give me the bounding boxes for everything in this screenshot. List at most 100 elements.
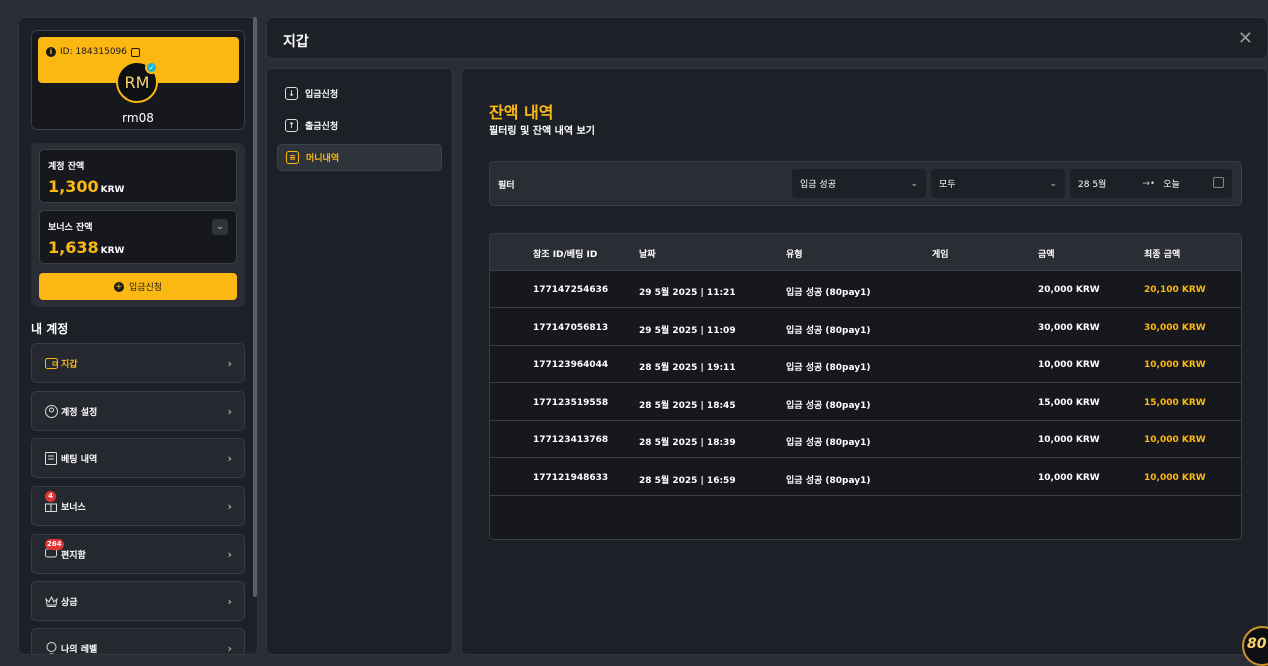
withdraw-icon: ↑ <box>285 119 298 132</box>
column-header: 최종 금액 <box>1144 250 1181 260</box>
verified-icon: ✓ <box>145 61 158 74</box>
message-icon: 264 <box>44 539 64 561</box>
receipt-icon <box>44 451 58 465</box>
sidebar: i ID: 184315096 RM ✓ rm08 계정 잔액 1,300 KRW… <box>18 17 258 655</box>
wallet-header: 지갑 ✕ <box>266 17 1268 59</box>
menu-item-inbox[interactable]: 264 편지함 › <box>31 534 245 574</box>
balance-section: 계정 잔액 1,300 KRW 보너스 잔액 1,638 KRW ⌄ + 입금신청 <box>31 143 245 307</box>
table-cell: 10,000 KRW <box>1038 360 1100 370</box>
table-cell: 10,000 KRW <box>1144 360 1206 370</box>
table-cell: 177147254636 <box>533 285 609 295</box>
account-balance-value: 1,300 KRW <box>48 177 125 196</box>
table-cell: 177123964044 <box>533 360 609 370</box>
username: rm08 <box>122 111 154 125</box>
nav-item-withdraw[interactable]: ↑ 출금신청 <box>277 112 442 139</box>
account-balance-label: 계정 잔액 <box>48 162 85 172</box>
status-select[interactable]: 입금 성공 ⌄ <box>792 169 926 198</box>
wallet-icon <box>44 356 58 370</box>
gift-icon: 4 <box>44 491 58 513</box>
close-icon[interactable]: ✕ <box>1238 28 1253 49</box>
table-cell: 177123519558 <box>533 397 609 408</box>
table-cell: 177121948633 <box>533 472 609 483</box>
copy-icon[interactable] <box>131 47 141 57</box>
bonus-balance-label: 보너스 잔액 <box>48 223 93 233</box>
menu-item-bet-history[interactable]: 베팅 내역 › <box>31 438 245 478</box>
user-settings-icon <box>44 404 58 418</box>
avatar-initials: RM <box>124 72 150 92</box>
chevron-down-icon: ⌄ <box>1049 178 1057 189</box>
table-cell: 10,000 KRW <box>1144 435 1206 445</box>
deposit-button[interactable]: + 입금신청 <box>39 273 237 300</box>
nav-item-money-history[interactable]: ≡ 머니내역 <box>277 144 442 171</box>
page-title: 지갑 <box>283 34 309 50</box>
filter-label: 필터 <box>498 181 515 191</box>
table-cell: 입금 성공 (80pay1) <box>786 438 871 448</box>
bonus-badge: 4 <box>45 491 56 502</box>
menu-item-account-settings[interactable]: 계정 설정 › <box>31 391 245 431</box>
column-header: 게임 <box>932 250 949 260</box>
sidebar-scrollbar[interactable] <box>253 17 257 597</box>
user-id: ID: 184315096 <box>60 47 128 57</box>
avatar: RM ✓ <box>116 61 158 103</box>
chevron-right-icon: › <box>227 547 232 561</box>
plus-icon: + <box>113 281 124 292</box>
level-icon <box>44 641 58 654</box>
column-header: 날짜 <box>639 250 656 260</box>
my-account-title: 내 계정 <box>31 322 69 336</box>
table-row: 177123519558 28 5월 2025 | 18:45 입금 성공 (80p… <box>490 384 1241 421</box>
table-cell: 15,000 KRW <box>1038 397 1100 408</box>
info-icon: i <box>46 47 56 57</box>
table-cell: 30,000 KRW <box>1144 322 1206 333</box>
type-select[interactable]: 모두 ⌄ <box>931 169 1065 198</box>
table-cell: 입금 성공 (80pay1) <box>786 363 871 373</box>
chevron-right-icon: › <box>227 356 232 370</box>
main-panel: 잔액 내역 필터링 및 잔액 내역 보기 필터 입금 성공 ⌄ 모두 ⌄ 28 … <box>461 68 1268 655</box>
table-cell: 177123413768 <box>533 435 609 445</box>
menu-item-wallet[interactable]: 지갑 › <box>31 343 245 383</box>
table-row: 177123413768 28 5월 2025 | 18:39 입금 성공 (80p… <box>490 421 1241 458</box>
calendar-icon <box>1213 177 1224 188</box>
table-cell: 입금 성공 (80pay1) <box>786 400 871 411</box>
table-cell: 29 5월 2025 | 11:21 <box>639 288 736 298</box>
table-row: 177121948633 28 5월 2025 | 16:59 입금 성공 (80p… <box>490 459 1241 496</box>
table-row: 177123964044 28 5월 2025 | 19:11 입금 성공 (80p… <box>490 346 1241 383</box>
date-to: 오늘 <box>1163 180 1180 190</box>
inbox-badge: 264 <box>45 539 64 550</box>
table-cell: 28 5월 2025 | 16:59 <box>639 475 736 486</box>
chevron-right-icon: › <box>227 451 232 465</box>
table-cell: 10,000 KRW <box>1038 472 1100 483</box>
table-cell: 10,000 KRW <box>1038 435 1100 445</box>
menu-item-prizes[interactable]: 상금 › <box>31 581 245 621</box>
table-cell: 177147056813 <box>533 322 609 333</box>
chevron-right-icon: › <box>227 499 232 513</box>
table-cell: 15,000 KRW <box>1144 397 1206 408</box>
account-balance-card: 계정 잔액 1,300 KRW <box>39 149 237 203</box>
chevron-right-icon: › <box>227 641 232 655</box>
section-title: 잔액 내역 <box>489 103 554 122</box>
chevron-right-icon: › <box>227 404 232 418</box>
chevron-down-icon: ⌄ <box>910 178 918 189</box>
date-range-picker[interactable]: 28 5월 →• 오늘 <box>1070 169 1232 198</box>
bonus-balance-card: 보너스 잔액 1,638 KRW ⌄ <box>39 210 237 264</box>
menu-item-level[interactable]: 나의 레벨 › <box>31 628 245 655</box>
table-cell: 28 5월 2025 | 18:39 <box>639 438 736 448</box>
section-subtitle: 필터링 및 잔액 내역 보기 <box>489 126 595 137</box>
menu-item-bonus[interactable]: 4 보너스 › <box>31 486 245 526</box>
user-id-row: i ID: 184315096 <box>46 47 141 57</box>
profile-card: i ID: 184315096 RM ✓ rm08 <box>31 30 245 130</box>
table-cell: 입금 성공 (80pay1) <box>786 325 871 336</box>
table-header: 참조 ID/베팅 ID 날짜 유형 게임 금액 최종 금액 <box>490 234 1241 271</box>
table-cell: 20,100 KRW <box>1144 285 1206 295</box>
table-cell: 입금 성공 (80pay1) <box>786 288 871 298</box>
money-history-icon: ≡ <box>286 151 299 164</box>
wallet-nav: ↓ 입금신청 ↑ 출금신청 ≡ 머니내역 <box>266 68 453 655</box>
nav-item-deposit[interactable]: ↓ 입금신청 <box>277 80 442 107</box>
brand-logo: 80 <box>1242 626 1268 666</box>
table-cell: 30,000 KRW <box>1038 322 1100 333</box>
chevron-down-icon[interactable]: ⌄ <box>212 219 228 235</box>
table-cell: 29 5월 2025 | 11:09 <box>639 325 736 336</box>
date-from: 28 5월 <box>1078 180 1107 190</box>
deposit-icon: ↓ <box>285 87 298 100</box>
column-header: 금액 <box>1038 250 1055 260</box>
column-header: 참조 ID/베팅 ID <box>533 250 598 260</box>
